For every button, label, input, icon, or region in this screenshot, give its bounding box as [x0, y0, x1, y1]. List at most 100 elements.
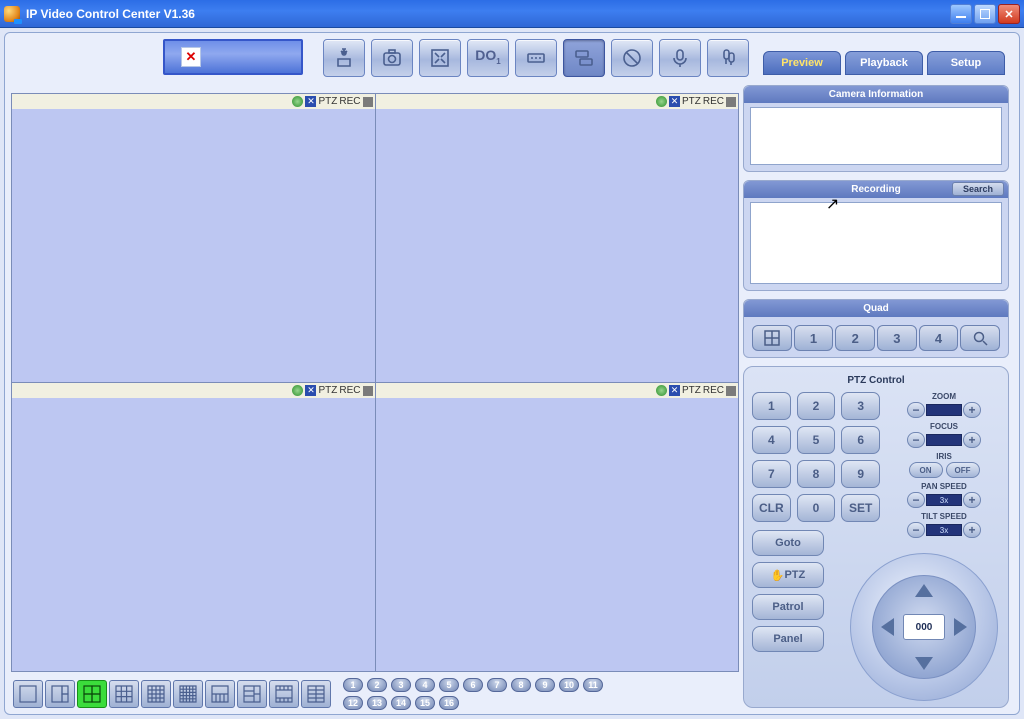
dpad-down-button[interactable] [915, 657, 933, 670]
rec-label: REC [703, 385, 724, 396]
iris-on-button[interactable]: ON [909, 462, 943, 478]
layout-custom3-button[interactable] [269, 680, 299, 708]
channel-7-button[interactable]: 7 [487, 678, 507, 692]
tiltspeed-down-button[interactable]: − [907, 522, 925, 538]
tool-settings-button[interactable] [323, 39, 365, 77]
quad-1-button[interactable]: 1 [794, 325, 834, 351]
channel-14-button[interactable]: 14 [391, 696, 411, 710]
focus-label: FOCUS [930, 422, 958, 431]
quad-3-button[interactable]: 3 [877, 325, 917, 351]
tab-preview[interactable]: Preview [763, 51, 841, 75]
tool-snapshot-button[interactable] [371, 39, 413, 77]
tool-record-button[interactable] [515, 39, 557, 77]
ptz-mode-button[interactable]: ✋PTZ [752, 562, 824, 588]
channel-15-button[interactable]: 15 [415, 696, 435, 710]
channel-2-button[interactable]: 2 [367, 678, 387, 692]
layout-custom4-button[interactable] [301, 680, 331, 708]
video-canvas[interactable] [376, 398, 739, 671]
tab-setup[interactable]: Setup [927, 51, 1005, 75]
channel-1-button[interactable]: 1 [343, 678, 363, 692]
layout-custom1-button[interactable] [205, 680, 235, 708]
dpad-right-button[interactable] [954, 618, 967, 636]
channel-3-button[interactable]: 3 [391, 678, 411, 692]
panspeed-value: 3x [926, 494, 962, 506]
channel-10-button[interactable]: 10 [559, 678, 579, 692]
keypad-0-button[interactable]: 0 [797, 494, 836, 522]
video-pane-4[interactable]: ✕ PTZ REC [376, 383, 739, 671]
keypad-set-button[interactable]: SET [841, 494, 880, 522]
layout-4x4-button[interactable] [141, 680, 171, 708]
video-canvas[interactable] [376, 109, 739, 382]
video-pane-1[interactable]: ✕ PTZ REC [12, 94, 375, 382]
focus-out-button[interactable]: − [907, 432, 925, 448]
keypad-2-button[interactable]: 2 [797, 392, 836, 420]
tab-playback[interactable]: Playback [845, 51, 923, 75]
keypad-1-button[interactable]: 1 [752, 392, 791, 420]
maximize-button[interactable] [974, 4, 996, 24]
channel-9-button[interactable]: 9 [535, 678, 555, 692]
channel-16-button[interactable]: 16 [439, 696, 459, 710]
video-canvas[interactable] [12, 398, 375, 671]
layout-1x1-button[interactable] [13, 680, 43, 708]
channel-4-button[interactable]: 4 [415, 678, 435, 692]
video-pane-3[interactable]: ✕ PTZ REC [12, 383, 375, 671]
keypad-clr-button[interactable]: CLR [752, 494, 791, 522]
keypad-5-button[interactable]: 5 [797, 426, 836, 454]
keypad-9-button[interactable]: 9 [841, 460, 880, 488]
layout-custom2-button[interactable] [237, 680, 267, 708]
channel-13-button[interactable]: 13 [367, 696, 387, 710]
channel-6-button[interactable]: 6 [463, 678, 483, 692]
keypad-7-button[interactable]: 7 [752, 460, 791, 488]
tool-mute-button[interactable] [611, 39, 653, 77]
camera-info-list[interactable] [750, 107, 1002, 165]
rec-label: REC [339, 96, 360, 107]
channel-12-button[interactable]: 12 [343, 696, 363, 710]
dpad-left-button[interactable] [881, 618, 894, 636]
keypad-4-button[interactable]: 4 [752, 426, 791, 454]
dpad-value: 000 [903, 614, 945, 640]
layout-2x2-button[interactable] [77, 680, 107, 708]
quad-grid-button[interactable] [752, 325, 792, 351]
camera-preview-slot[interactable]: ✕ [163, 39, 303, 75]
keypad-3-button[interactable]: 3 [841, 392, 880, 420]
video-pane-2[interactable]: ✕ PTZ REC [376, 94, 739, 382]
bottom-strip: 1 2 3 4 5 6 7 8 9 10 11 12 13 14 15 16 [13, 676, 739, 712]
channel-8-button[interactable]: 8 [511, 678, 531, 692]
tool-fullscreen-button[interactable] [419, 39, 461, 77]
zoom-label: ZOOM [932, 392, 956, 401]
keypad-6-button[interactable]: 6 [841, 426, 880, 454]
channel-11-button[interactable]: 11 [583, 678, 603, 692]
layout-3x3-button[interactable] [109, 680, 139, 708]
layout-1plus-button[interactable] [45, 680, 75, 708]
patrol-button[interactable]: Patrol [752, 594, 824, 620]
close-button[interactable] [998, 4, 1020, 24]
goto-button[interactable]: Goto [752, 530, 824, 556]
layout-5x5-button[interactable] [173, 680, 203, 708]
video-canvas[interactable] [12, 109, 375, 382]
tool-digital-output-button[interactable]: DO1 [467, 39, 509, 77]
iris-label: IRIS [936, 452, 952, 461]
quad-2-button[interactable]: 2 [835, 325, 875, 351]
quad-search-button[interactable] [960, 325, 1000, 351]
recording-section: Recording Search [743, 180, 1009, 291]
zoom-out-button[interactable]: − [907, 402, 925, 418]
panel-button[interactable]: Panel [752, 626, 824, 652]
iris-off-button[interactable]: OFF [946, 462, 980, 478]
tiltspeed-up-button[interactable]: + [963, 522, 981, 538]
recording-search-button[interactable]: Search [952, 182, 1004, 196]
panspeed-up-button[interactable]: + [963, 492, 981, 508]
tool-multirecord-button[interactable] [563, 39, 605, 77]
recording-list[interactable] [750, 202, 1002, 284]
channel-5-button[interactable]: 5 [439, 678, 459, 692]
panspeed-down-button[interactable]: − [907, 492, 925, 508]
connection-icon: ✕ [669, 385, 680, 396]
minimize-button[interactable] [950, 4, 972, 24]
focus-in-button[interactable]: + [963, 432, 981, 448]
keypad-8-button[interactable]: 8 [797, 460, 836, 488]
section-title: Quad [744, 303, 1008, 314]
dpad-up-button[interactable] [915, 584, 933, 597]
quad-4-button[interactable]: 4 [919, 325, 959, 351]
zoom-in-button[interactable]: + [963, 402, 981, 418]
tool-mic-button[interactable] [659, 39, 701, 77]
tool-broadcast-button[interactable] [707, 39, 749, 77]
